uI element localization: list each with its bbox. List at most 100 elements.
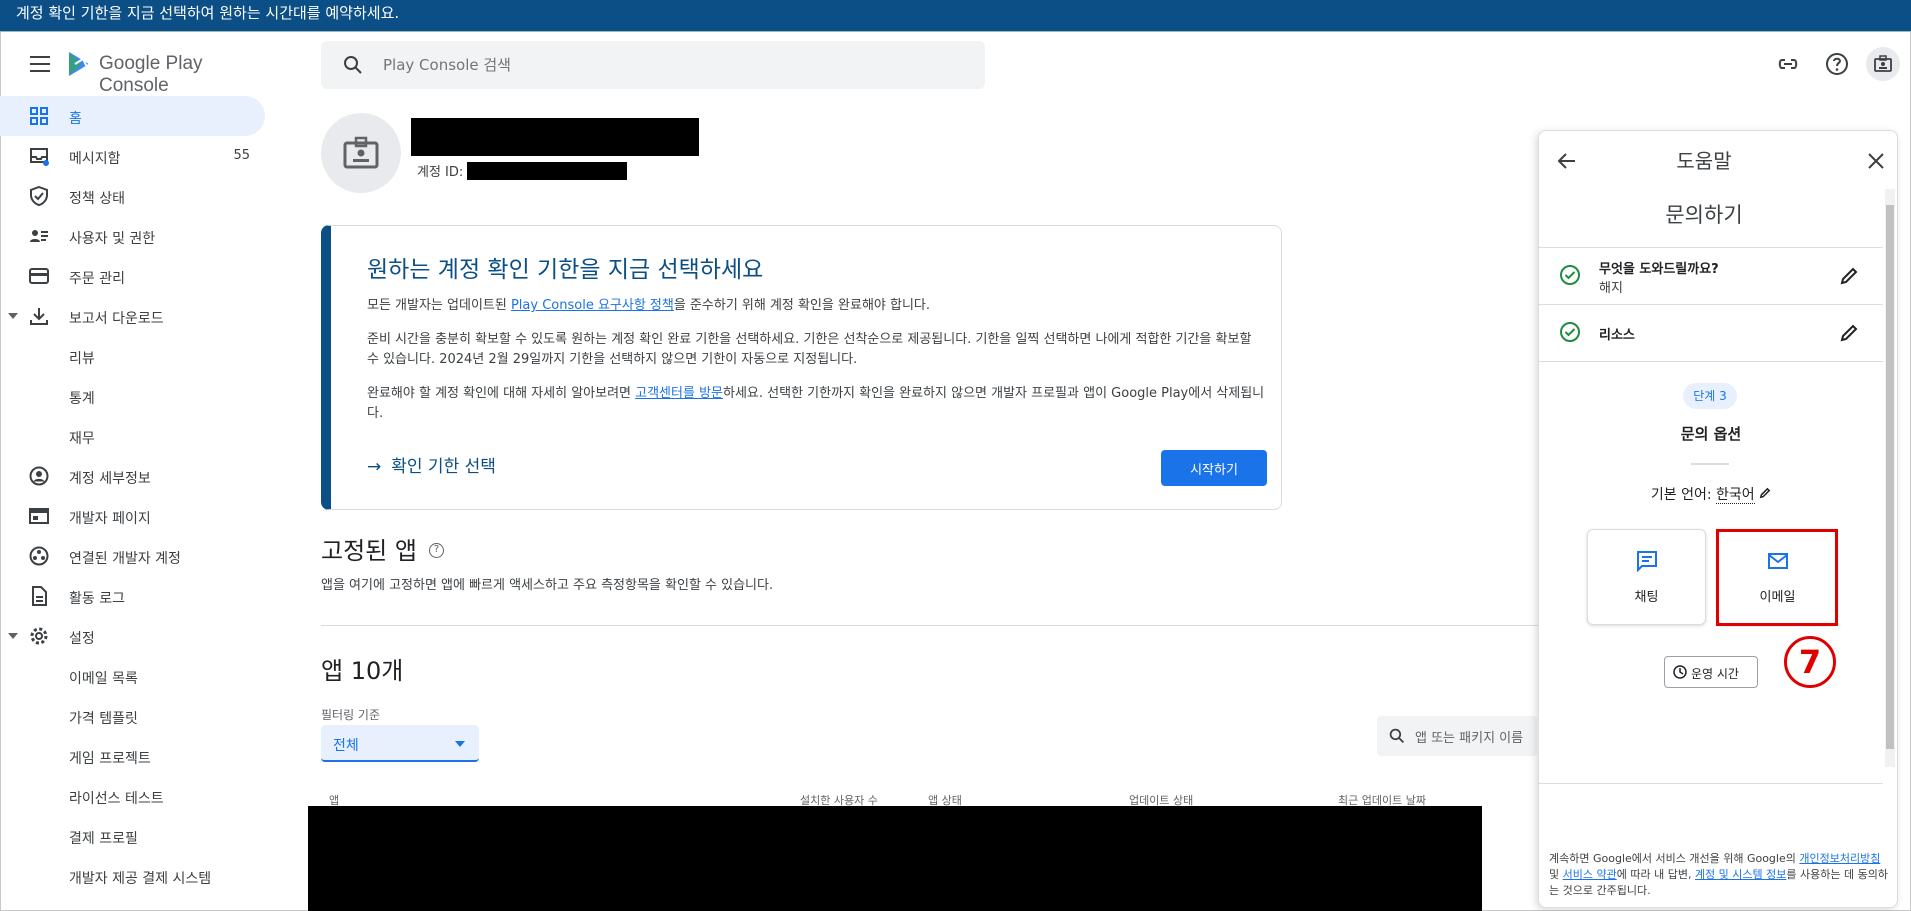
edit-pencil-icon[interactable]	[1839, 266, 1859, 286]
sidebar-item-label: 정책 상태	[69, 191, 125, 207]
help-panel-title: 도움말	[1676, 149, 1732, 173]
policy-link[interactable]: Play Console 요구사항 정책	[511, 298, 674, 313]
sidebar-item-label: 계정 세부정보	[69, 471, 151, 487]
sidebar-item-inbox[interactable]: 메시지함 55	[0, 136, 275, 176]
verification-deadline-card: 원하는 계정 확인 기한을 지금 선택하세요 모든 개발자는 업데이트된 Pla…	[321, 225, 1282, 510]
sidebar-item-developer-page[interactable]: 개발자 페이지	[0, 496, 275, 536]
privacy-policy-link[interactable]: 개인정보처리방침	[1799, 852, 1880, 865]
sidebar-item-account-details[interactable]: 계정 세부정보	[0, 456, 275, 496]
log-icon	[32, 586, 47, 606]
search-bar[interactable]	[321, 41, 985, 89]
default-language-row[interactable]: 기본 언어: 한국어	[1539, 484, 1883, 504]
badge-icon	[1874, 55, 1892, 72]
pinned-apps-description: 앱을 여기에 고정하면 앱에 빠르게 액세스하고 주요 측정항목을 확인할 수 …	[321, 578, 774, 593]
sidebar-item-label: 결제 프로필	[69, 831, 138, 847]
step-resources[interactable]: 리소스	[1539, 305, 1883, 361]
sidebar-item-reviews[interactable]: 리뷰	[0, 336, 275, 376]
step-value: 해지	[1599, 281, 1623, 296]
sidebar-item-label: 라이선스 테스트	[69, 791, 164, 807]
sidebar-item-game-projects[interactable]: 게임 프로젝트	[0, 736, 275, 776]
sidebar-item-settings[interactable]: 설정	[0, 616, 275, 656]
expand-caret-icon[interactable]	[8, 633, 18, 639]
sidebar-item-payment-profile[interactable]: 결제 프로필	[0, 816, 275, 856]
contact-options-title: 문의 옵션	[1680, 425, 1742, 443]
sidebar-item-email-lists[interactable]: 이메일 목록	[0, 656, 275, 696]
sidebar-item-orders[interactable]: 주문 관리	[0, 256, 275, 296]
start-button[interactable]: 시작하기	[1161, 450, 1267, 486]
sidebar-item-label: 가격 템플릿	[69, 711, 138, 727]
select-deadline-label: 확인 기한 선택	[391, 457, 496, 477]
clock-icon	[1673, 665, 1687, 679]
sidebar-item-label: 리뷰	[69, 351, 95, 367]
sidebar-item-developer-billing[interactable]: 개발자 제공 결제 시스템	[0, 856, 275, 896]
sidebar-item-statistics[interactable]: 통계	[0, 376, 275, 416]
step-title: 리소스	[1599, 328, 1635, 343]
sidebar-item-label: 게임 프로젝트	[69, 751, 151, 767]
app-search-field[interactable]: 앱 또는 패키지 이름	[1377, 716, 1537, 756]
inbox-count-badge: 55	[233, 148, 250, 163]
sidebar-item-pricing-templates[interactable]: 가격 템플릿	[0, 696, 275, 736]
card-paragraph-1: 모든 개발자는 업데이트된 Play Console 요구사항 정책을 준수하기…	[367, 296, 1267, 316]
gear-icon	[30, 627, 48, 645]
card-text: 완료해야 할 계정 확인에 대해 자세히 알아보려면	[367, 386, 636, 401]
operating-hours-label: 운영 시간	[1691, 667, 1739, 681]
chat-icon	[1637, 551, 1657, 572]
close-icon[interactable]	[1864, 149, 1888, 173]
language-value[interactable]: 한국어	[1716, 487, 1755, 504]
language-label: 기본 언어:	[1650, 487, 1717, 503]
filter-label: 필터링 기준	[321, 708, 381, 722]
redacted-app-list	[308, 806, 1482, 911]
card-text: 을 준수하기 위해 계정 확인을 완료해야 합니다.	[673, 298, 931, 313]
footer-text: 에 따라 내 답변,	[1616, 868, 1695, 881]
check-circle-icon	[1560, 265, 1580, 285]
select-deadline-link[interactable]: → 확인 기한 선택	[367, 452, 496, 477]
home-grid-icon	[30, 107, 48, 125]
sidebar-item-label: 사용자 및 권한	[69, 231, 156, 247]
step-help-topic[interactable]: 무엇을 도와드릴까요? 해지	[1539, 248, 1883, 304]
divider	[321, 625, 1641, 626]
pinned-apps-title: 고정된 앱	[321, 537, 417, 565]
account-system-info-link[interactable]: 계정 및 시스템 정보	[1695, 868, 1786, 881]
card-paragraph-2: 준비 시간을 충분히 확보할 수 있도록 원하는 계정 확인 완료 기한을 선택…	[367, 332, 1252, 367]
terms-of-service-link[interactable]: 서비스 약관	[1563, 868, 1617, 881]
card-icon	[29, 268, 49, 284]
divider	[1691, 463, 1729, 465]
expand-caret-icon[interactable]	[8, 313, 18, 319]
sidebar-item-finance[interactable]: 재무	[0, 416, 275, 456]
sidebar-item-policy-status[interactable]: 정책 상태	[0, 176, 275, 216]
help-icon[interactable]	[1825, 52, 1849, 76]
check-circle-icon	[1560, 322, 1580, 342]
chat-button[interactable]: 채팅	[1587, 529, 1706, 625]
footer-text: 계속하면 Google에서 서비스 개선을 위해 Google의	[1549, 852, 1800, 865]
account-button[interactable]	[1866, 47, 1900, 81]
sidebar-item-license-testing[interactable]: 라이선스 테스트	[0, 776, 275, 816]
arrow-right-icon: →	[367, 457, 382, 477]
filter-value: 전체	[333, 738, 359, 754]
help-center-link[interactable]: 고객센터를 방문	[635, 386, 723, 401]
sidebar-item-activity-log[interactable]: 활동 로그	[0, 576, 275, 616]
step-number-annotation: 7	[1784, 636, 1836, 688]
sidebar-item-download-reports[interactable]: 보고서 다운로드	[0, 296, 275, 336]
edit-pencil-icon[interactable]	[1839, 323, 1859, 343]
sidebar-item-home[interactable]: 홈	[0, 96, 265, 136]
shield-check-icon	[30, 186, 48, 206]
sidebar-item-label: 메시지함	[69, 151, 121, 167]
search-input[interactable]	[383, 53, 943, 77]
edit-pencil-icon[interactable]	[1759, 487, 1771, 499]
brand-name[interactable]: Google Play Console	[99, 53, 275, 97]
sidebar-item-label: 개발자 페이지	[69, 511, 151, 527]
sidebar-item-label: 홈	[69, 111, 82, 127]
app-search-placeholder: 앱 또는 패키지 이름	[1415, 731, 1524, 746]
link-icon[interactable]	[1776, 52, 1800, 76]
menu-icon[interactable]	[30, 56, 50, 72]
sidebar-item-label: 개발자 제공 결제 시스템	[69, 871, 212, 887]
sidebar-item-linked-accounts[interactable]: 연결된 개발자 계정	[0, 536, 275, 576]
top-banner[interactable]: 계정 확인 기한을 지금 선택하여 원하는 시간대를 예약하세요.	[0, 0, 1911, 32]
sidebar-item-users[interactable]: 사용자 및 권한	[0, 216, 275, 256]
scrollbar-thumb[interactable]	[1886, 205, 1894, 749]
operating-hours-button[interactable]: 운영 시간	[1664, 656, 1758, 688]
question-mark-icon[interactable]: ?	[429, 543, 444, 558]
filter-dropdown[interactable]: 전체	[321, 725, 479, 762]
contact-us-title: 문의하기	[1665, 203, 1743, 227]
users-icon	[30, 230, 48, 242]
